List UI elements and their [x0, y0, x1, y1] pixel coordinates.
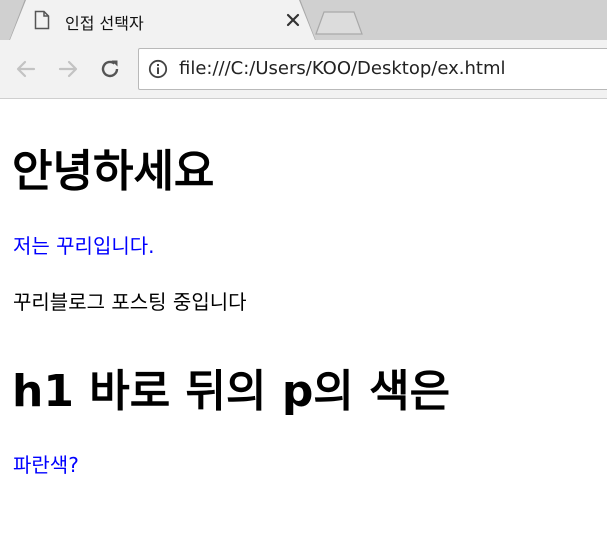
info-icon[interactable] [148, 59, 168, 79]
heading-greeting: 안녕하세요 [12, 146, 215, 197]
close-icon[interactable] [284, 11, 302, 29]
reload-icon[interactable] [99, 58, 121, 80]
page-content: 안녕하세요 저는 꾸리입니다. 꾸리블로그 포스팅 중입니다 h1 바로 뒤의 … [0, 99, 607, 555]
tab-title: 인접 선택자 [65, 14, 144, 33]
paragraph-intro: 저는 꾸리입니다. [13, 234, 155, 258]
paragraph-posting: 꾸리블로그 포스팅 중입니다 [13, 290, 247, 314]
tab-strip: 인접 선택자 [0, 0, 607, 40]
address-bar[interactable]: file:///C:/Users/KOO/Desktop/ex.html [138, 48, 607, 90]
tab-active[interactable]: 인접 선택자 [10, 0, 315, 40]
arrow-right-icon[interactable] [57, 58, 79, 80]
browser-toolbar: file:///C:/Users/KOO/Desktop/ex.html [0, 40, 607, 99]
document-icon [34, 10, 50, 30]
url-text[interactable]: file:///C:/Users/KOO/Desktop/ex.html [179, 58, 506, 79]
browser-window: 인접 선택자 file:///C:/Users/KOO/Desktop/ex.h… [0, 0, 607, 555]
new-tab-button[interactable] [314, 11, 364, 35]
heading-question: h1 바로 뒤의 p의 색은 [12, 366, 451, 417]
paragraph-answer: 파란색? [13, 453, 79, 477]
arrow-left-icon[interactable] [15, 58, 37, 80]
